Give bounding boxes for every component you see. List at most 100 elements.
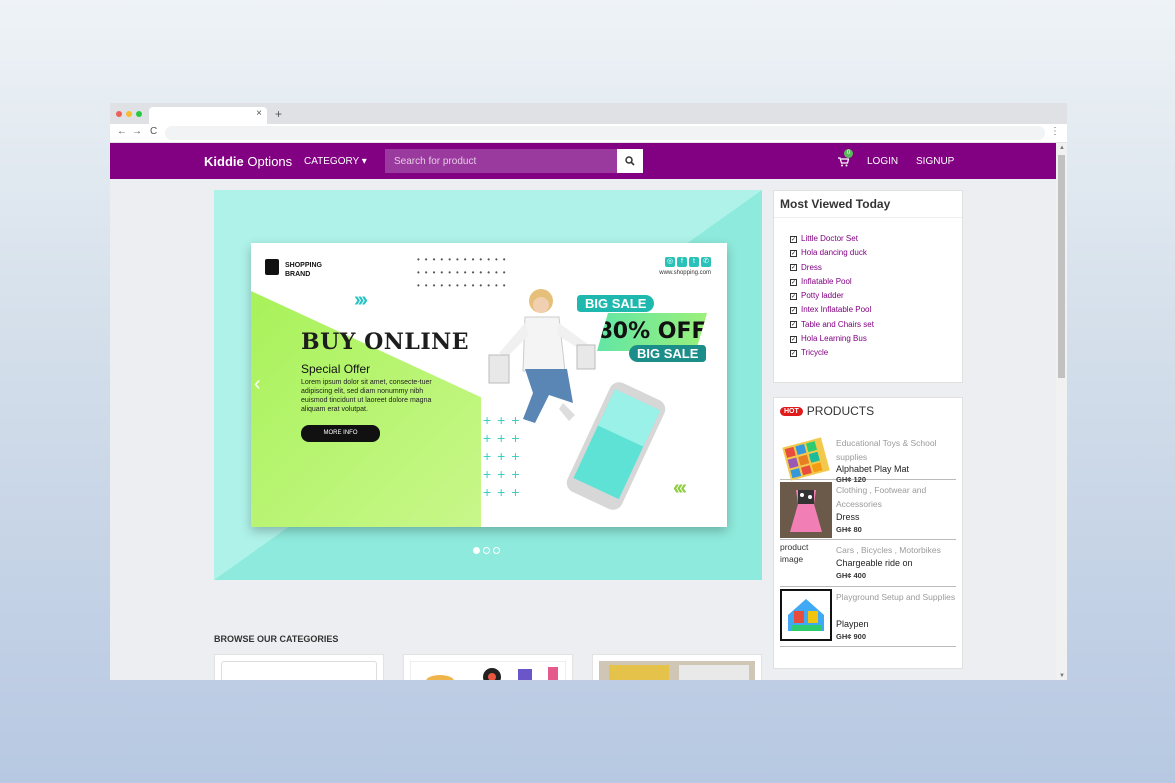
- list-item[interactable]: ✓ Potty ladder: [790, 289, 962, 303]
- product-item[interactable]: Educational Toys & School supplies Alpha…: [780, 422, 956, 484]
- category-image[interactable]: [410, 661, 566, 680]
- chevrons-left-icon: ‹‹‹: [673, 477, 687, 499]
- most-viewed-link[interactable]: Dress: [801, 261, 822, 275]
- list-item[interactable]: ✓ Table and Chairs set: [790, 318, 962, 332]
- carousel-indicator[interactable]: [493, 547, 500, 554]
- product-category[interactable]: Educational Toys & School supplies: [836, 436, 961, 464]
- product-item[interactable]: product image Cars , Bicycles , Motorbik…: [780, 540, 956, 587]
- chevrons-right-icon: ›››: [354, 289, 368, 311]
- search-input[interactable]: Search for product: [385, 149, 617, 173]
- product-price: GH¢ 80: [836, 525, 862, 534]
- most-viewed-link[interactable]: Hola dancing duck: [801, 246, 867, 260]
- checkbox-icon: ✓: [790, 321, 797, 329]
- minimize-window-dot[interactable]: [126, 111, 132, 117]
- checkbox-icon: ✓: [790, 264, 797, 272]
- browser-window: × + ← → C ⋮ Kiddie Options CATEGORY ▾ Se…: [110, 103, 1067, 680]
- facebook-icon: f: [677, 257, 687, 267]
- browser-tab-bar: × +: [110, 103, 1067, 124]
- product-category[interactable]: Clothing , Footwear and Accessories: [836, 483, 961, 511]
- instagram-icon: ◎: [665, 257, 675, 267]
- product-category[interactable]: Cars , Bicycles , Motorbikes: [836, 543, 961, 557]
- more-info-button[interactable]: MORE INFO: [301, 425, 380, 442]
- checkbox-icon: ✓: [790, 335, 797, 343]
- maximize-window-dot[interactable]: [136, 111, 142, 117]
- cart-button[interactable]: 0: [838, 149, 853, 172]
- most-viewed-link[interactable]: Little Doctor Set: [801, 232, 858, 246]
- category-card-inner: [221, 661, 377, 680]
- page-scrollbar[interactable]: ▲ ▼: [1056, 143, 1067, 680]
- most-viewed-list: ✓ Little Doctor Set ✓ Hola dancing duck ✓ D…: [774, 218, 962, 361]
- category-card[interactable]: [592, 654, 762, 680]
- product-name[interactable]: Chargeable ride on: [836, 558, 913, 568]
- product-price: GH¢ 900: [836, 632, 867, 641]
- category-card[interactable]: [403, 654, 573, 680]
- most-viewed-link[interactable]: Tricycle: [801, 346, 828, 360]
- shopping-brand-line1: SHOPPING: [285, 262, 322, 269]
- list-item[interactable]: ✓ Hola dancing duck: [790, 246, 962, 260]
- product-image[interactable]: [780, 436, 832, 482]
- checkbox-icon: ✓: [790, 249, 797, 257]
- checkbox-icon: ✓: [790, 307, 797, 315]
- category-dropdown[interactable]: CATEGORY ▾: [304, 156, 367, 167]
- tab-close-icon[interactable]: ×: [256, 108, 262, 119]
- scroll-down-icon[interactable]: ▼: [1059, 673, 1065, 679]
- brand-rest: Options: [243, 154, 293, 169]
- category-card[interactable]: [214, 654, 384, 680]
- product-item[interactable]: Playground Setup and Supplies Playpen GH…: [780, 587, 956, 647]
- list-item[interactable]: ✓ Hola Learning Bus: [790, 332, 962, 346]
- most-viewed-link[interactable]: Hola Learning Bus: [801, 332, 867, 346]
- scrollbar-thumb[interactable]: [1058, 155, 1065, 378]
- list-item[interactable]: ✓ Intex Inflatable Pool: [790, 303, 962, 317]
- search-button[interactable]: [617, 149, 643, 173]
- browser-menu-icon[interactable]: ⋮: [1050, 126, 1060, 137]
- most-viewed-link[interactable]: Inflatable Pool: [801, 275, 852, 289]
- brand-bold: Kiddie: [204, 154, 244, 169]
- reload-icon[interactable]: C: [150, 126, 157, 137]
- signup-link[interactable]: SIGNUP: [916, 156, 954, 167]
- product-item[interactable]: Clothing , Footwear and Accessories Dres…: [780, 480, 956, 540]
- new-tab-icon[interactable]: +: [275, 107, 282, 121]
- window-controls: [116, 111, 142, 117]
- twitter-icon: t: [689, 257, 699, 267]
- shopping-cart-icon: [838, 157, 850, 167]
- hero-carousel[interactable]: SHOPPING BRAND •••••••••••• •••••••••••• •…: [214, 190, 762, 580]
- most-viewed-link[interactable]: Potty ladder: [801, 289, 844, 303]
- browse-categories-title: BROWSE OUR CATEGORIES: [214, 634, 339, 644]
- shopping-bag-icon: [265, 259, 279, 275]
- list-item[interactable]: ✓ Inflatable Pool: [790, 275, 962, 289]
- product-image[interactable]: [780, 589, 832, 641]
- most-viewed-panel: Most Viewed Today ✓ Little Doctor Set ✓ Ho…: [773, 190, 963, 383]
- cart-count-badge: 0: [844, 149, 853, 158]
- login-link[interactable]: LOGIN: [867, 156, 898, 167]
- close-window-dot[interactable]: [116, 111, 122, 117]
- product-image[interactable]: [780, 482, 832, 538]
- back-icon[interactable]: ←: [117, 126, 127, 137]
- most-viewed-link[interactable]: Table and Chairs set: [801, 318, 874, 332]
- checkbox-icon: ✓: [790, 350, 797, 358]
- product-category[interactable]: Playground Setup and Supplies: [836, 590, 961, 604]
- category-image[interactable]: [599, 661, 755, 680]
- product-name[interactable]: Playpen: [836, 619, 869, 629]
- browser-tab[interactable]: ×: [149, 107, 267, 124]
- list-item[interactable]: ✓ Dress: [790, 261, 962, 275]
- banner-url: www.shopping.com: [659, 270, 711, 276]
- promo-banner: SHOPPING BRAND •••••••••••• •••••••••••• •…: [251, 243, 727, 527]
- shopping-brand-logo: SHOPPING BRAND: [285, 261, 322, 279]
- carousel-indicator[interactable]: [483, 547, 490, 554]
- brand-logo[interactable]: Kiddie Options: [204, 154, 292, 169]
- carousel-next-icon[interactable]: ›: [720, 373, 727, 396]
- product-name[interactable]: Alphabet Play Mat: [836, 464, 909, 474]
- social-icons: ◎ f t ✆: [665, 257, 711, 267]
- product-name[interactable]: Dress: [836, 512, 860, 522]
- broken-product-image[interactable]: product image: [780, 541, 828, 565]
- scroll-up-icon[interactable]: ▲: [1059, 145, 1065, 151]
- hot-products-header: HOT PRODUCTS: [774, 398, 962, 422]
- list-item[interactable]: ✓ Little Doctor Set: [790, 232, 962, 246]
- list-item[interactable]: ✓ Tricycle: [790, 346, 962, 360]
- forward-icon[interactable]: →: [132, 126, 142, 137]
- carousel-prev-icon[interactable]: ‹: [254, 373, 261, 396]
- carousel-indicator[interactable]: [473, 547, 480, 554]
- most-viewed-link[interactable]: Intex Inflatable Pool: [801, 303, 871, 317]
- url-input[interactable]: [165, 126, 1045, 140]
- site-navbar: Kiddie Options CATEGORY ▾ Search for pro…: [110, 143, 1056, 179]
